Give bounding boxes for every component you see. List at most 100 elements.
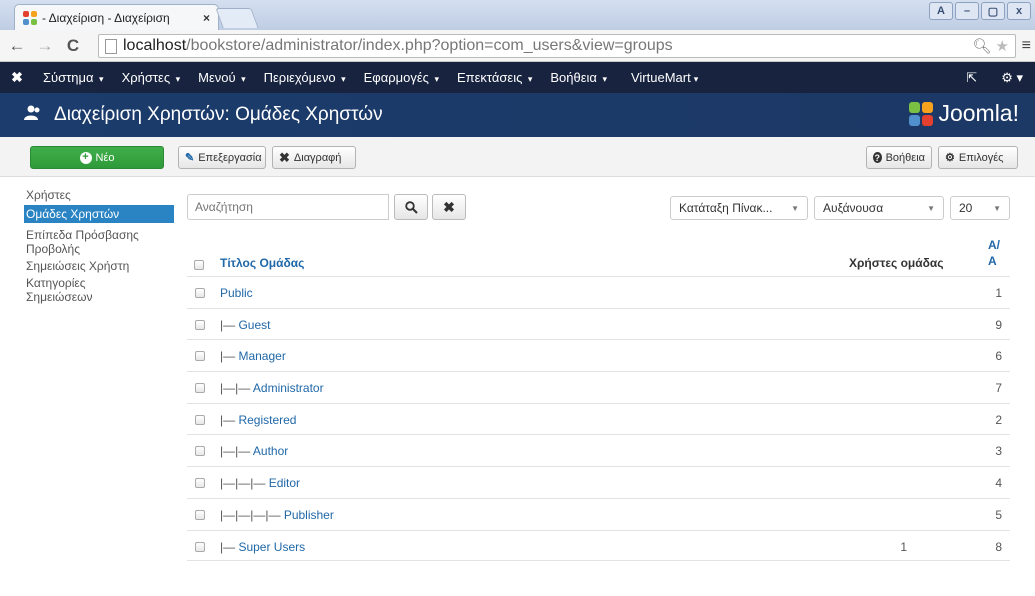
joomla-menu-logo-icon[interactable]: ✖ bbox=[0, 69, 34, 86]
menu-components[interactable]: Εφαρμογές ▾ bbox=[355, 70, 448, 85]
edit-button[interactable]: ✎ Επεξεργασία bbox=[178, 146, 266, 169]
checkbox[interactable] bbox=[194, 260, 204, 270]
table-body: Public 1 |— Guest 9 |— Manager 6 |—|— Administ… bbox=[187, 276, 1010, 562]
group-title-link[interactable]: Registered bbox=[238, 413, 296, 427]
menu-extensions[interactable]: Επεκτάσεις ▾ bbox=[448, 70, 541, 85]
url-field[interactable]: localhost/bookstore/administrator/index.… bbox=[98, 34, 1016, 58]
clear-search-button[interactable]: ✖ bbox=[432, 194, 466, 220]
minimize-button[interactable]: – bbox=[955, 2, 979, 20]
caret-down-icon: ▾ bbox=[238, 74, 246, 84]
menu-content[interactable]: Περιεχόμενο ▾ bbox=[255, 70, 355, 85]
limit-select[interactable]: 20 ▼ bbox=[950, 196, 1010, 220]
table-row: |—|—|—|— Publisher 5 bbox=[187, 497, 1010, 530]
menu-virtuemart[interactable]: VirtueMart ▾ bbox=[622, 70, 707, 85]
menu-menus[interactable]: Μενού ▾ bbox=[189, 70, 255, 85]
tab-close-icon[interactable]: × bbox=[203, 11, 210, 25]
help-button[interactable]: ? Βοήθεια bbox=[866, 146, 932, 169]
group-title-link[interactable]: Public bbox=[220, 286, 253, 300]
column-header-id[interactable]: Α/Α bbox=[988, 237, 1004, 269]
user-profile-button[interactable]: A bbox=[929, 2, 953, 20]
plus-circle-icon: + bbox=[79, 151, 92, 164]
group-title-cell: Public bbox=[220, 286, 253, 300]
row-checkbox[interactable] bbox=[195, 319, 205, 330]
sidebar-item-note-categories-line2[interactable]: Σημειώσεων bbox=[24, 290, 174, 304]
group-id: 6 bbox=[995, 349, 1002, 364]
menu-users[interactable]: Χρήστες ▾ bbox=[113, 70, 190, 85]
group-title-cell: |— Super Users bbox=[220, 540, 305, 554]
close-window-button[interactable]: x bbox=[1007, 2, 1031, 20]
question-circle-icon: ? bbox=[873, 152, 882, 163]
menu-content-label: Περιεχόμενο bbox=[263, 70, 336, 85]
group-title-link[interactable]: Guest bbox=[238, 318, 270, 332]
select-all-checkbox[interactable] bbox=[194, 260, 204, 270]
options-button-label: Επιλογές bbox=[958, 151, 1004, 164]
joomla-wordmark: Joomla! bbox=[938, 100, 1019, 126]
sidebar-item-viewing-access-levels-line2[interactable]: Προβολής bbox=[24, 242, 174, 256]
back-arrow-icon[interactable]: ← bbox=[6, 36, 28, 56]
bookmark-star-icon[interactable]: ★ bbox=[996, 38, 1009, 55]
order-by-select[interactable]: Κατάταξη Πίνακ... ▼ bbox=[670, 196, 808, 220]
direction-select[interactable]: Αυξάνουσα ▼ bbox=[814, 196, 944, 220]
user-settings-gear-icon[interactable]: ⚙ ▾ bbox=[1001, 70, 1023, 86]
row-checkbox[interactable] bbox=[195, 541, 205, 552]
row-checkbox[interactable] bbox=[195, 351, 205, 362]
row-checkbox[interactable] bbox=[195, 414, 205, 425]
gear-icon: ⚙ bbox=[945, 152, 955, 164]
maximize-button[interactable]: ▢ bbox=[981, 2, 1005, 20]
menu-menus-label: Μενού bbox=[198, 70, 236, 85]
group-title-link[interactable]: Super Users bbox=[238, 540, 305, 554]
sidebar-item-note-categories[interactable]: Κατηγορίες bbox=[24, 276, 174, 290]
caret-down-icon: ▾ bbox=[96, 74, 104, 84]
group-id: 4 bbox=[995, 476, 1002, 491]
row-checkbox[interactable] bbox=[195, 446, 205, 457]
group-title-link[interactable]: Manager bbox=[238, 349, 285, 363]
delete-button[interactable]: ✖ Διαγραφή bbox=[272, 146, 356, 169]
forward-arrow-icon[interactable]: → bbox=[34, 36, 56, 56]
groups-table: Τίτλος Ομάδας Χρήστες ομάδας Α/Α Public 1… bbox=[187, 236, 1010, 562]
new-button[interactable]: + Νέο bbox=[30, 146, 164, 169]
external-link-icon[interactable]: ⇱ bbox=[966, 70, 977, 86]
sidebar-item-user-notes[interactable]: Σημειώσεις Χρήστη bbox=[24, 259, 174, 273]
group-title-cell: |— Guest bbox=[220, 318, 270, 332]
browser-tab[interactable]: - Διαχείριση - Διαχείριση × bbox=[14, 4, 219, 30]
group-title-link[interactable]: Administrator bbox=[253, 381, 324, 395]
sidebar-item-viewing-access-levels[interactable]: Επίπεδα Πρόσβασης bbox=[24, 228, 174, 242]
menu-virtuemart-label: VirtueMart bbox=[630, 70, 691, 85]
browser-tab-title: - Διαχείριση - Διαχείριση bbox=[42, 10, 170, 25]
sidebar-item-users[interactable]: Χρήστες bbox=[24, 188, 174, 202]
search-input[interactable] bbox=[187, 194, 389, 220]
users-icon bbox=[24, 105, 42, 126]
group-title-cell: |— Manager bbox=[220, 349, 286, 363]
group-users-count: 1 bbox=[900, 539, 907, 554]
row-checkbox[interactable] bbox=[195, 478, 205, 489]
row-checkbox[interactable] bbox=[195, 383, 205, 394]
reload-icon[interactable]: C bbox=[62, 36, 84, 56]
group-id: 9 bbox=[995, 317, 1002, 332]
column-header-title[interactable]: Τίτλος Ομάδας bbox=[220, 256, 304, 270]
menu-help[interactable]: Βοήθεια ▾ bbox=[541, 70, 616, 85]
row-checkbox[interactable] bbox=[195, 288, 205, 298]
menu-system-label: Σύστημα bbox=[43, 70, 94, 85]
page-header: Διαχείριση Χρηστών: Ομάδες Χρηστών Jooml… bbox=[0, 93, 1035, 137]
sidebar-item-user-groups[interactable]: Ομάδες Χρηστών bbox=[24, 205, 174, 223]
chevron-down-icon: ▼ bbox=[791, 203, 799, 213]
chevron-down-icon: ▼ bbox=[927, 203, 935, 213]
table-header: Τίτλος Ομάδας Χρήστες ομάδας Α/Α bbox=[187, 236, 1010, 276]
window-controls: A – ▢ x bbox=[929, 2, 1031, 20]
group-title-link[interactable]: Publisher bbox=[284, 508, 334, 522]
table-row: |—|— Author 3 bbox=[187, 434, 1010, 466]
group-title-link[interactable]: Author bbox=[253, 444, 288, 458]
search-button[interactable] bbox=[394, 194, 428, 220]
page-title: Διαχείριση Χρηστών: Ομάδες Χρηστών bbox=[54, 104, 383, 125]
options-button[interactable]: ⚙ Επιλογές bbox=[938, 146, 1018, 169]
new-tab-button[interactable] bbox=[215, 8, 259, 28]
table-row: Public 1 bbox=[187, 276, 1010, 308]
row-checkbox[interactable] bbox=[195, 509, 205, 520]
tree-indent: |—|— bbox=[220, 381, 253, 396]
browser-menu-icon[interactable]: ≡ bbox=[1022, 37, 1031, 55]
toolbar: + Νέο ✎ Επεξεργασία ✖ Διαγραφή ? Βοήθεια… bbox=[0, 137, 1035, 177]
menu-help-label: Βοήθεια bbox=[550, 70, 597, 85]
menu-system[interactable]: Σύστημα ▾ bbox=[34, 70, 113, 85]
zoom-icon[interactable]: 🔍︎ bbox=[972, 38, 991, 55]
group-title-link[interactable]: Editor bbox=[269, 476, 300, 490]
